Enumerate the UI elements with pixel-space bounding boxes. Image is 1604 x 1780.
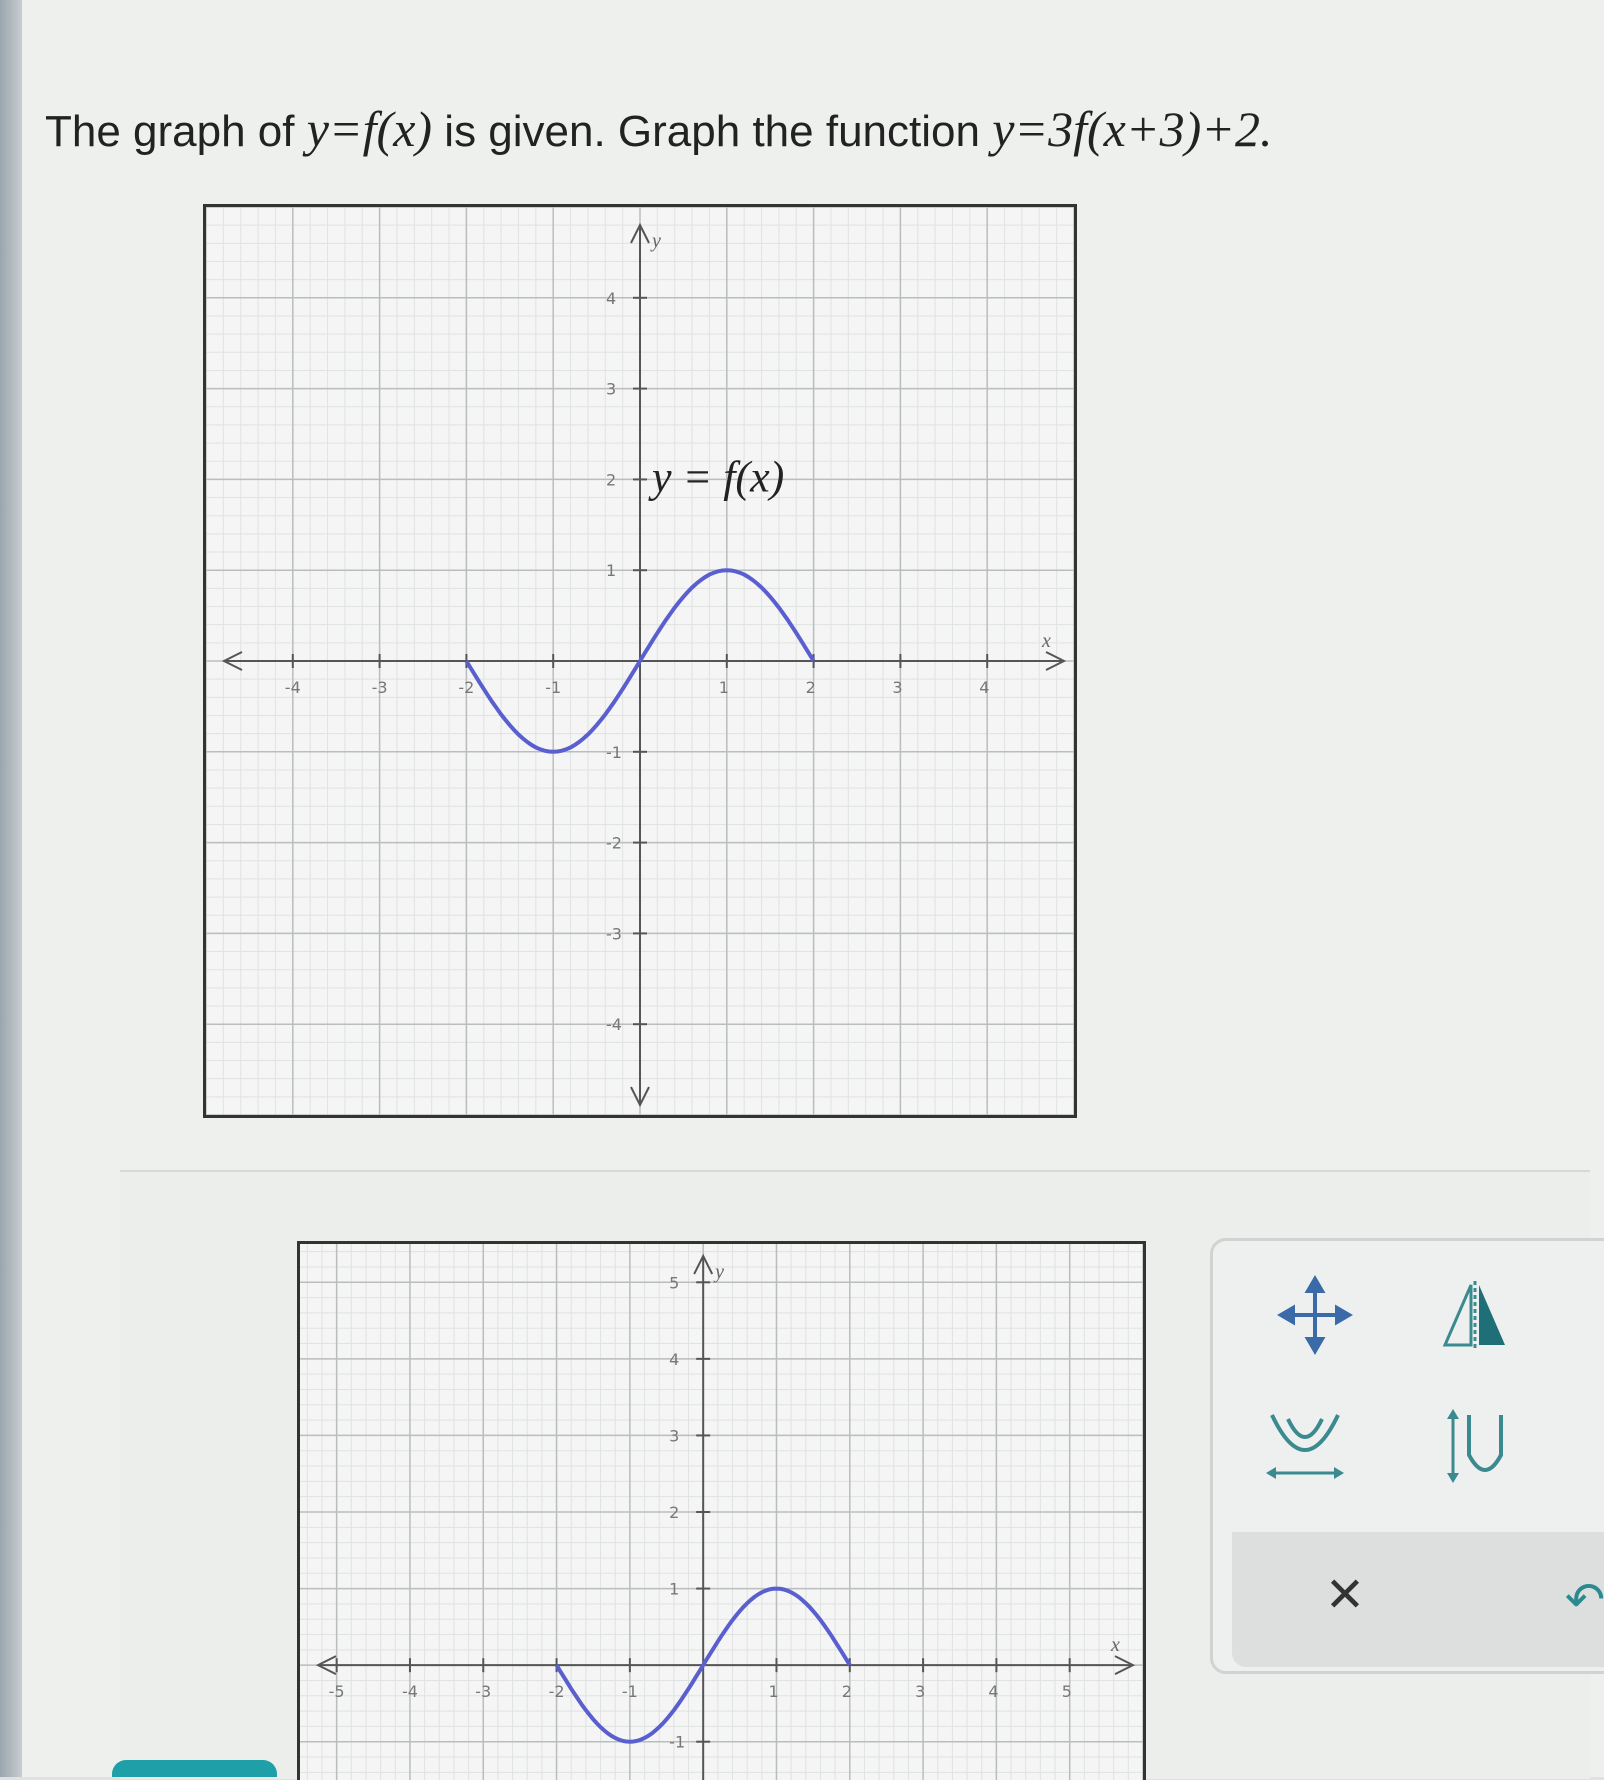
x-tick-label: 2 [806, 678, 816, 697]
prompt-math-2: y=3f(x+3)+2. [992, 101, 1273, 157]
answer-graph-canvas[interactable]: x y -5 -4 -3 -2 -1 1 2 3 4 5 5 4 3 2 1 -1 [300, 1244, 1143, 1780]
y-tick-label: -3 [606, 924, 622, 943]
move-icon [1277, 1275, 1353, 1355]
y-tick-label: 3 [669, 1426, 679, 1445]
x-tick-label: -4 [402, 1682, 418, 1701]
prompt-math-1: y=f(x) [306, 101, 433, 157]
y-tick-label: -1 [606, 743, 622, 762]
x-tick-label: -3 [372, 678, 388, 697]
vertical-stretch-tool-button[interactable] [1430, 1400, 1520, 1490]
x-tick-label: 4 [979, 678, 989, 697]
curve-label: y = f(x) [648, 452, 784, 501]
x-tick-label: 2 [842, 1682, 852, 1701]
x-axis-label: x [1041, 630, 1051, 652]
y-tick-label: -1 [669, 1733, 685, 1752]
x-tick-label: -4 [285, 678, 301, 697]
left-edge [0, 0, 22, 1777]
x-tick-label: 3 [892, 678, 902, 697]
x-tick-label: -5 [329, 1682, 345, 1701]
y-tick-label: 2 [606, 470, 616, 489]
submit-button-partial[interactable] [112, 1760, 277, 1777]
given-graph-canvas: x y -4 -3 -2 -1 1 2 3 4 4 3 2 1 -1 -2 -3 -4 y = f(x) [206, 207, 1074, 1115]
given-graph: x y -4 -3 -2 -1 1 2 3 4 4 3 2 1 -1 -2 -3 -4 y = f(x) [203, 204, 1077, 1118]
x-tick-label: 5 [1062, 1682, 1072, 1701]
x-tick-label: -1 [622, 1682, 638, 1701]
prompt-text-2: is given. Graph the function [444, 107, 980, 156]
x-axis-label: x [1110, 1634, 1120, 1656]
x-tick-label: -1 [545, 678, 561, 697]
vertical-stretch-icon [1447, 1409, 1503, 1483]
y-tick-label: 3 [606, 380, 616, 399]
answer-graph[interactable]: x y -5 -4 -3 -2 -1 1 2 3 4 5 5 4 3 2 1 -1 [297, 1241, 1146, 1780]
x-tick-label: 1 [719, 678, 729, 697]
horizontal-stretch-icon [1266, 1414, 1344, 1479]
y-axis-label: y [713, 1261, 724, 1283]
reflect-tool-button[interactable] [1430, 1270, 1520, 1360]
x-tick-label: -3 [475, 1682, 491, 1701]
y-tick-label: 4 [669, 1350, 679, 1369]
reflect-icon [1442, 1281, 1505, 1349]
x-tick-label: 3 [915, 1682, 925, 1701]
prompt-text-1: The graph of [45, 107, 295, 156]
x-tick-label: 4 [988, 1682, 998, 1701]
y-tick-label: 2 [669, 1503, 679, 1522]
y-tick-label: -2 [606, 834, 622, 853]
move-tool-button[interactable] [1270, 1270, 1360, 1360]
y-tick-label: 5 [669, 1273, 679, 1292]
x-tick-label: -2 [458, 678, 474, 697]
y-tick-label: 4 [606, 289, 616, 308]
horizontal-stretch-tool-button[interactable] [1260, 1400, 1350, 1490]
y-tick-label: 1 [606, 561, 616, 580]
clear-button[interactable]: ✕ [1305, 1555, 1385, 1635]
x-tick-label: 1 [768, 1682, 778, 1701]
undo-button[interactable]: ↶ [1545, 1560, 1604, 1640]
question-prompt: The graph of y=f(x) is given. Graph the … [45, 100, 1505, 180]
y-tick-label: -4 [606, 1015, 622, 1034]
x-tick-label: -2 [549, 1682, 565, 1701]
y-tick-label: 1 [669, 1580, 679, 1599]
y-axis-label: y [650, 230, 661, 252]
